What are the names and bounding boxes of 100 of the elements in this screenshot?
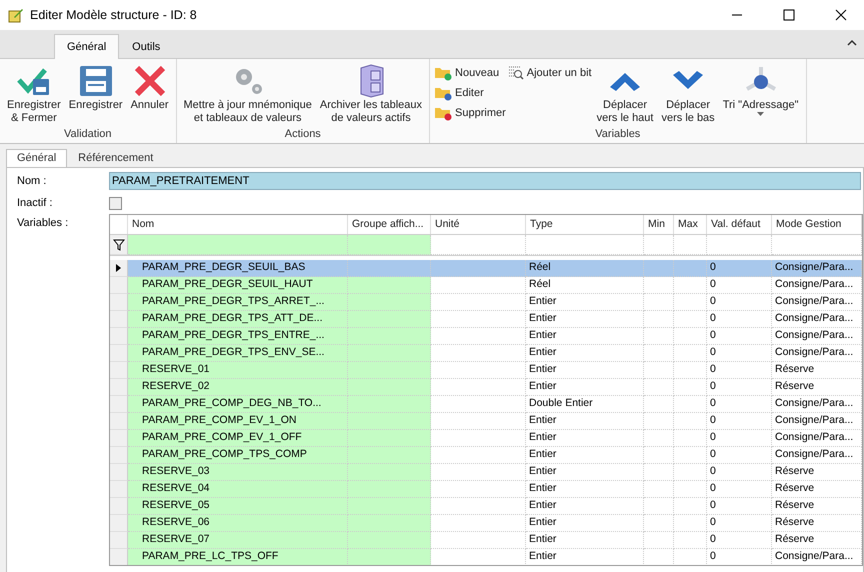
table-cell: RESERVE_04: [128, 481, 348, 498]
table-cell: Entier: [526, 549, 644, 565]
table-cell: 0: [707, 447, 772, 464]
table-cell: [674, 311, 707, 328]
table-cell: PARAM_PRE_DEGR_TPS_ENV_SE...: [128, 345, 348, 362]
table-cell: Entier: [526, 311, 644, 328]
ribbon-button[interactable]: Déplacer vers le haut: [594, 61, 656, 127]
check-disk-icon: [16, 66, 51, 96]
filter-cell[interactable]: [707, 235, 772, 255]
ribbon-button[interactable]: Déplacer vers le bas: [658, 61, 718, 127]
filter-icon[interactable]: [112, 238, 124, 250]
table-cell: [644, 260, 674, 277]
filter-cell[interactable]: [431, 235, 526, 255]
table-cell: [644, 481, 674, 498]
ribbon-button[interactable]: Annuler: [128, 61, 172, 114]
table-cell: [644, 464, 674, 481]
table-cell: Double Entier: [526, 396, 644, 413]
table-cell: [674, 260, 707, 277]
filter-cell[interactable]: [348, 235, 431, 255]
table-cell: [674, 379, 707, 396]
name-field[interactable]: PARAM_PRETRAITEMENT: [109, 172, 861, 190]
table-cell: Consigne/Para...: [772, 430, 862, 447]
ribbon-button[interactable]: Ajouter un bit: [508, 65, 592, 81]
collapse-ribbon-icon[interactable]: [846, 38, 858, 48]
table-cell: [644, 362, 674, 379]
table-cell: PARAM_PRE_DEGR_TPS_ATT_DE...: [128, 311, 348, 328]
table-cell: [674, 362, 707, 379]
table-cell: Consigne/Para...: [772, 413, 862, 430]
column-header[interactable]: Type: [526, 215, 644, 234]
table-cell: [644, 294, 674, 311]
ribbon-button[interactable]: Archiver les tableaux de valeurs actifs: [316, 61, 426, 127]
ribbon-button[interactable]: Enregistrer & Fermer: [4, 61, 64, 127]
close-icon[interactable]: [835, 9, 847, 21]
table-cell: 0: [707, 430, 772, 447]
column-header[interactable]: Unité: [431, 215, 526, 234]
caret-icon: [757, 112, 764, 116]
table-cell: [674, 481, 707, 498]
table-cell: Entier: [526, 379, 644, 396]
table-cell: Consigne/Para...: [772, 277, 862, 294]
table-cell: Consigne/Para...: [772, 294, 862, 311]
table-cell: Consigne/Para...: [772, 447, 862, 464]
maximize-icon[interactable]: [783, 9, 795, 21]
table-cell: 0: [707, 328, 772, 345]
ribbon-button[interactable]: Enregistrer: [66, 61, 126, 114]
table-cell: [674, 532, 707, 549]
field-label: Inactif :: [17, 196, 54, 210]
column-header[interactable]: Nom: [128, 215, 348, 234]
cross-icon: [134, 65, 166, 97]
group-label: Validation: [63, 128, 112, 142]
table-cell: 0: [707, 464, 772, 481]
table-cell: RESERVE_02: [128, 379, 348, 396]
table-cell: [674, 515, 707, 532]
filter-cell[interactable]: [674, 235, 707, 255]
table-cell: 0: [707, 481, 772, 498]
table-cell: PARAM_PRE_DEGR_TPS_ENTRE_...: [128, 328, 348, 345]
table-cell: [644, 498, 674, 515]
table-cell: 0: [707, 260, 772, 277]
page-tab[interactable]: Référencement: [67, 149, 164, 167]
group-label: Variables: [594, 128, 642, 142]
ribbon-button[interactable]: Supprimer: [434, 105, 506, 121]
filter-cell[interactable]: [128, 235, 348, 255]
ribbon-button[interactable]: Editer: [434, 85, 506, 101]
table-cell: PARAM_PRE_DEGR_TPS_ARRET_...: [128, 294, 348, 311]
table-cell: Entier: [526, 481, 644, 498]
column-header[interactable]: Max: [674, 215, 707, 234]
ribbon-button[interactable]: Tri "Adressage": [720, 61, 802, 118]
ribbon-tab[interactable]: Outils: [119, 34, 174, 59]
table-cell: 0: [707, 498, 772, 515]
table-cell: Entier: [526, 464, 644, 481]
page-tab[interactable]: Général: [6, 149, 68, 167]
filter-cell[interactable]: [772, 235, 862, 255]
table-cell: [644, 328, 674, 345]
table-cell: RESERVE_03: [128, 464, 348, 481]
column-header[interactable]: Val. défaut: [707, 215, 772, 234]
table-cell: Entier: [526, 515, 644, 532]
table-cell: [644, 447, 674, 464]
column-header[interactable]: Min: [644, 215, 674, 234]
filter-cell[interactable]: [644, 235, 674, 255]
table-cell: 0: [707, 379, 772, 396]
ribbon-button[interactable]: Nouveau: [434, 65, 506, 81]
folder-icon: [434, 65, 452, 81]
table-cell: Réserve: [772, 362, 862, 379]
column-header[interactable]: Groupe affich...: [348, 215, 431, 234]
ribbon-tab[interactable]: Général: [54, 34, 120, 59]
table-cell: Réserve: [772, 464, 862, 481]
row-header[interactable]: [110, 260, 128, 277]
window-title: Editer Modèle structure - ID: 8: [30, 8, 198, 22]
table-cell: [674, 345, 707, 362]
table-cell: Entier: [526, 447, 644, 464]
ribbon-button[interactable]: Mettre à jour mnémonique et tableaux de valeurs: [180, 61, 315, 127]
table-cell: Réel: [526, 260, 644, 277]
table-cell: Entier: [526, 328, 644, 345]
table-cell: PARAM_PRE_COMP_DEG_NB_TO...: [128, 396, 348, 413]
filter-cell[interactable]: [526, 235, 644, 255]
column-header[interactable]: Mode Gestion: [772, 215, 862, 234]
table-cell: [644, 532, 674, 549]
dotted-magnifier-icon: [508, 65, 524, 81]
table-cell: Consigne/Para...: [772, 549, 862, 565]
table-cell: Réel: [526, 277, 644, 294]
table-cell: [674, 464, 707, 481]
